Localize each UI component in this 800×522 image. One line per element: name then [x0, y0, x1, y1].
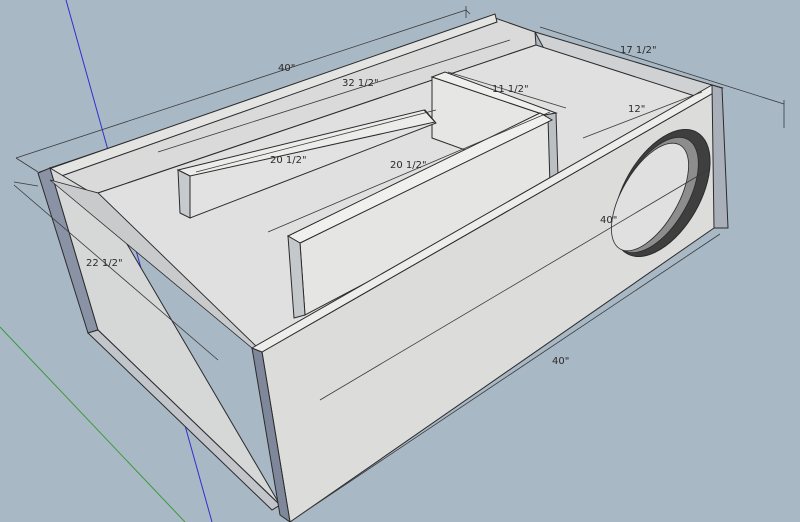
dim-inner-length: 32 1/2" [342, 78, 379, 89]
dim-center-panel-length: 20 1/2" [390, 160, 427, 171]
dim-top-length: 40" [278, 63, 295, 74]
model-drawing: 40" 32 1/2" 17 1/2" 11 1/2" 12" 20 1/2" … [0, 0, 785, 522]
dim-left-depth: 22 1/2" [86, 258, 123, 269]
left-inner-panel-end [177, 169, 191, 219]
dim-front-bottom-length: 40" [552, 356, 569, 367]
sketch-viewport[interactable]: 40" 32 1/2" 17 1/2" 11 1/2" 12" 20 1/2" … [0, 0, 800, 522]
dim-left-panel-length: 20 1/2" [270, 155, 307, 166]
dim-divider-depth: 11 1/2" [492, 84, 529, 95]
dim-front-inner-length: 40" [600, 215, 617, 226]
dim-port-width: 12" [628, 104, 645, 115]
right-end-wall-outer [711, 84, 729, 229]
dim-right-depth: 17 1/2" [620, 45, 657, 56]
